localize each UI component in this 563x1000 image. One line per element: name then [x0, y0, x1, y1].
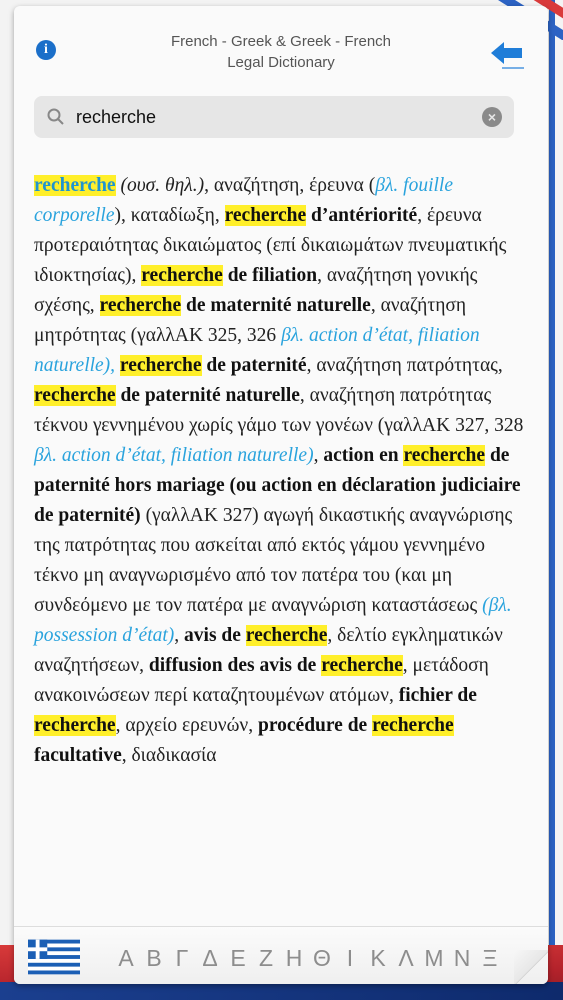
phrase-term: fichier de	[398, 685, 477, 706]
dictionary-page: i French - Greek & Greek - French Legal …	[14, 6, 548, 984]
phrase-term: de paternité	[201, 355, 307, 376]
highlight-term: recherche	[403, 445, 486, 466]
letter-beta[interactable]: Β	[140, 945, 168, 972]
phrase-term: avis de	[184, 625, 246, 646]
letter-epsilon[interactable]: Ε	[224, 945, 252, 972]
letter-delta[interactable]: Δ	[196, 945, 224, 972]
entry-text: , διαδικασία	[121, 745, 217, 766]
greek-flag-icon[interactable]	[28, 939, 80, 975]
cross-reference-link[interactable]: βλ. action d’état, filiation naturelle)	[34, 445, 314, 466]
entry-text: , αρχείο ερευνών,	[115, 715, 258, 736]
alphabet-index: Α Β Γ Δ Ε Ζ Η Θ Ι Κ Λ Μ Ν Ξ	[112, 945, 504, 972]
letter-xi[interactable]: Ξ	[476, 945, 504, 972]
entry-text: , αναζήτηση, έρευνα (	[204, 175, 376, 196]
search-icon	[47, 108, 64, 125]
letter-iota[interactable]: Ι	[336, 945, 364, 972]
phrase-term: facultative	[34, 745, 122, 766]
phrase-term: action en	[323, 445, 404, 466]
decorative-bottom-stripe	[0, 982, 563, 1000]
letter-alpha[interactable]: Α	[112, 945, 140, 972]
letter-eta[interactable]: Η	[280, 945, 308, 972]
phrase-term: de filiation	[222, 265, 318, 286]
highlight-term: recherche	[321, 655, 403, 676]
back-arrow-icon[interactable]	[488, 36, 528, 74]
header: i French - Greek & Greek - French Legal …	[14, 6, 548, 94]
letter-gamma[interactable]: Γ	[168, 945, 196, 972]
letter-lambda[interactable]: Λ	[392, 945, 420, 972]
highlight-term: recherche	[372, 715, 454, 736]
page-title: French - Greek & Greek - French Legal Di…	[114, 31, 448, 73]
letter-theta[interactable]: Θ	[308, 945, 336, 972]
highlight-term: recherche	[224, 205, 307, 226]
info-icon[interactable]: i	[36, 40, 56, 60]
highlight-term: recherche	[141, 265, 223, 286]
entry-text: ,	[313, 445, 324, 466]
phrase-term: procédure de	[257, 715, 373, 736]
title-line-2: Legal Dictionary	[227, 54, 335, 71]
grammar-note: (ουσ. θηλ.)	[115, 175, 205, 196]
headword: recherche	[34, 175, 116, 196]
alphabet-bar: Α Β Γ Δ Ε Ζ Η Θ Ι Κ Λ Μ Ν Ξ	[14, 926, 548, 984]
entry-text: ,	[174, 625, 185, 646]
highlight-term: recherche	[34, 715, 116, 736]
phrase-term: de paternité naturelle	[115, 385, 300, 406]
phrase-term: d’antériorité	[306, 205, 418, 226]
clear-icon[interactable]: ×	[482, 107, 502, 127]
letter-nu[interactable]: Ν	[448, 945, 476, 972]
highlight-term: recherche	[34, 385, 116, 406]
phrase-term: diffusion des avis de	[148, 655, 322, 676]
highlight-term: recherche	[99, 295, 182, 316]
title-line-1: French - Greek & Greek - French	[170, 33, 392, 50]
letter-mu[interactable]: Μ	[420, 945, 448, 972]
highlight-term: recherche	[245, 625, 328, 646]
entry-text: ), καταδίωξη,	[114, 205, 225, 226]
page-curl[interactable]	[514, 950, 548, 984]
search-bar[interactable]: recherche ×	[34, 96, 514, 138]
dictionary-entry: recherche (ουσ. θηλ.), αναζήτηση, έρευνα…	[34, 171, 532, 771]
letter-zeta[interactable]: Ζ	[252, 945, 280, 972]
entry-text: , αναζήτηση πατρότητας,	[306, 355, 503, 376]
highlight-term: recherche	[119, 355, 202, 376]
letter-kappa[interactable]: Κ	[364, 945, 392, 972]
search-input[interactable]: recherche	[76, 96, 156, 138]
phrase-term: de maternité naturelle	[181, 295, 371, 316]
